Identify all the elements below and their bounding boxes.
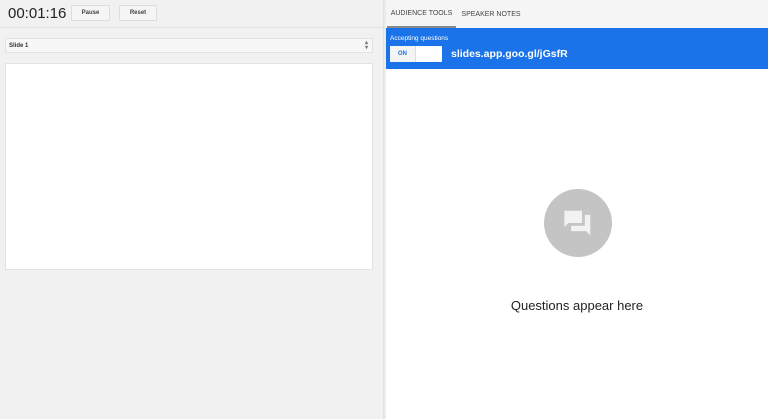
presenter-right-panel: AUDIENCE TOOLS SPEAKER NOTES Accepting q…	[386, 0, 768, 419]
slide-preview	[5, 63, 373, 270]
timer-bar: 00:01:16 Pause Reset	[0, 0, 383, 28]
presenter-left-panel: 00:01:16 Pause Reset Slide 1 ▴ ▾	[0, 0, 383, 419]
tab-speaker-notes[interactable]: SPEAKER NOTES	[458, 0, 524, 28]
pause-button[interactable]: Pause	[71, 5, 110, 21]
tab-audience-tools[interactable]: AUDIENCE TOOLS	[387, 0, 456, 28]
slide-select[interactable]: Slide 1 ▴ ▾	[5, 38, 373, 53]
question-answer-icon	[544, 189, 612, 257]
timer-display: 00:01:16	[8, 5, 67, 22]
reset-button[interactable]: Reset	[119, 5, 157, 21]
empty-questions-text: Questions appear here	[510, 298, 644, 313]
toggle-on-label: ON	[390, 46, 416, 62]
select-arrows-icon: ▴ ▾	[364, 40, 368, 51]
slide-select-value: Slide 1	[9, 42, 29, 49]
qa-url-link[interactable]: slides.app.goo.gl/jGsfR	[451, 46, 568, 62]
accepting-questions-toggle[interactable]: ON	[390, 46, 442, 62]
tab-bar: AUDIENCE TOOLS SPEAKER NOTES	[386, 0, 768, 28]
audience-qa-bar: Accepting questions ON slides.app.goo.gl…	[386, 28, 768, 69]
accepting-questions-label: Accepting questions	[390, 35, 449, 42]
